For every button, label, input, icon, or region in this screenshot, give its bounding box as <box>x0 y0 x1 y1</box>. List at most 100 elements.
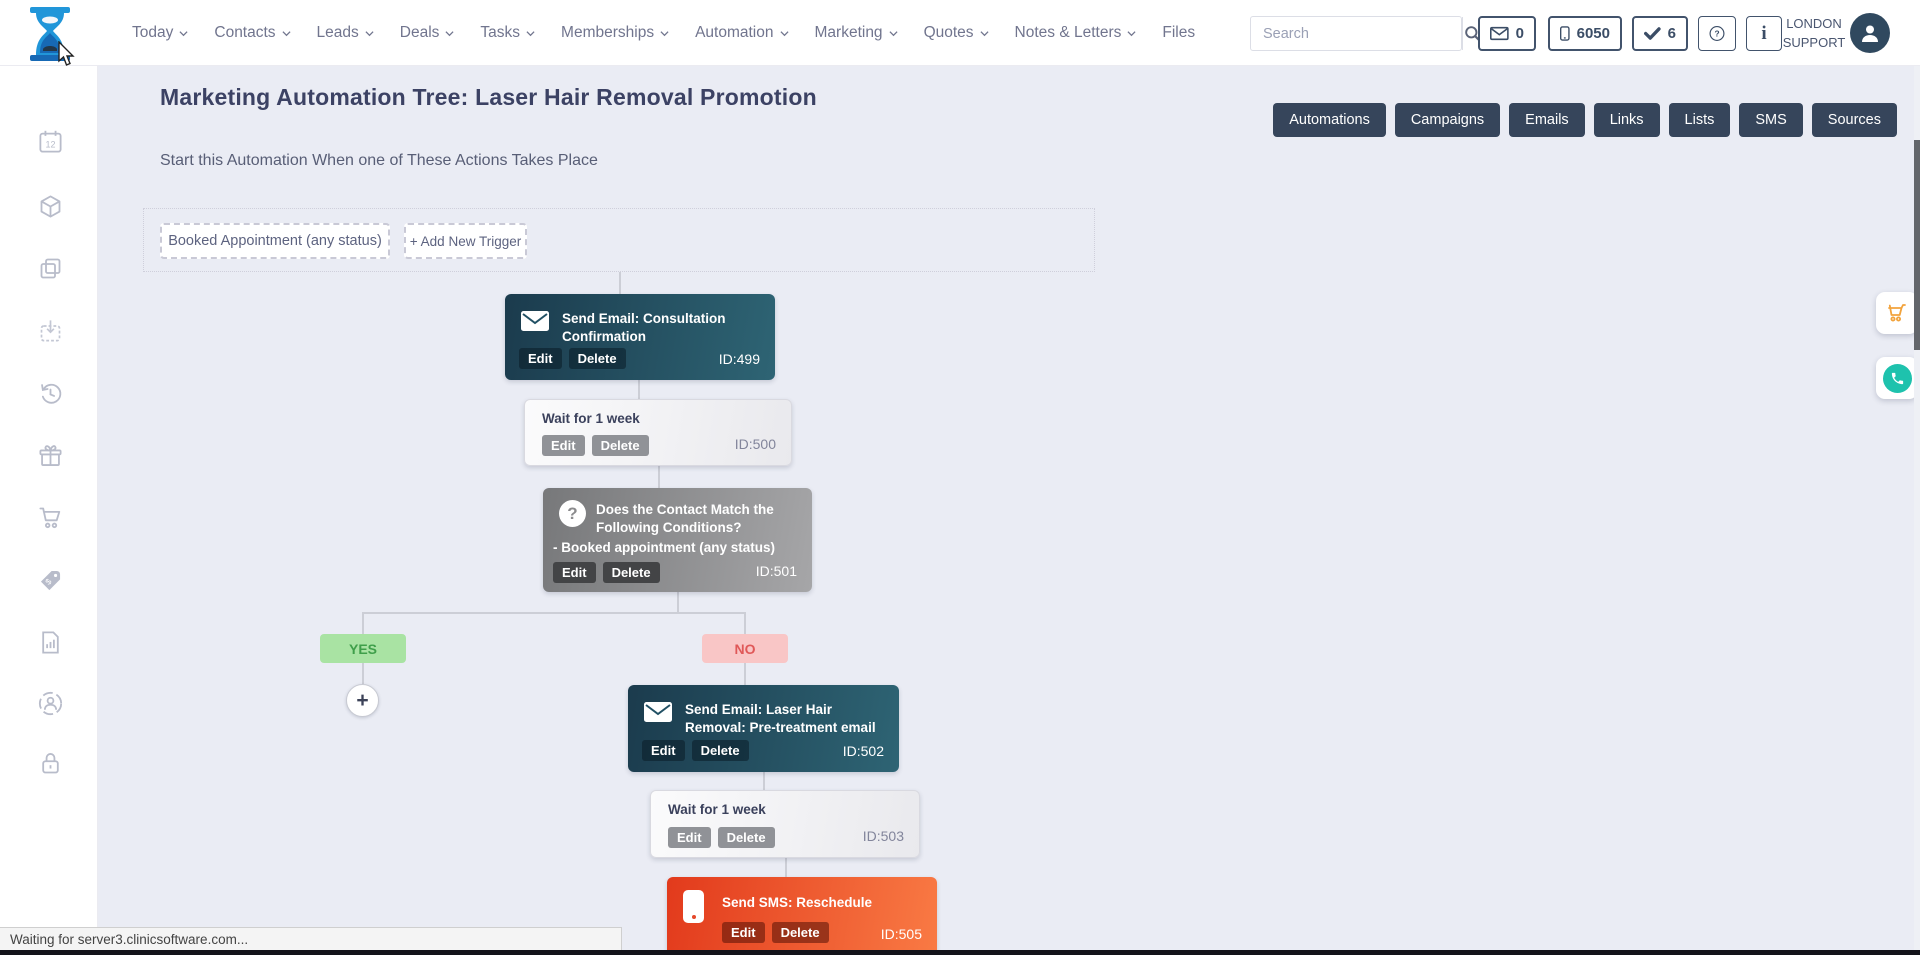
automations-button[interactable]: Automations <box>1273 103 1386 137</box>
sidebar-item-account[interactable] <box>37 690 64 717</box>
calendar-icon: 12 <box>37 128 64 155</box>
edit-button[interactable]: Edit <box>722 922 765 943</box>
main-menu: Today Contacts Leads Deals Tasks Members… <box>132 0 1195 66</box>
question-circle-icon: ? <box>559 500 586 527</box>
delete-button[interactable]: Delete <box>603 562 660 583</box>
sidebar-item-copy[interactable] <box>37 255 64 282</box>
menu-item-leads[interactable]: Leads <box>317 24 374 42</box>
question-mark-icon: ? <box>1709 23 1725 44</box>
tasks-counter[interactable]: 6 <box>1632 16 1688 51</box>
sidebar-item-products[interactable] <box>37 193 64 220</box>
email-icon <box>521 311 549 336</box>
node-actions: Edit Delete <box>553 562 660 583</box>
edit-button[interactable]: Edit <box>553 562 596 583</box>
delete-button[interactable]: Delete <box>718 827 775 848</box>
edit-button[interactable]: Edit <box>519 348 562 369</box>
floating-whatsapp-button[interactable] <box>1876 357 1918 399</box>
edit-button[interactable]: Edit <box>542 435 585 456</box>
menu-item-files[interactable]: Files <box>1162 24 1195 42</box>
delete-button[interactable]: Delete <box>569 348 626 369</box>
menu-item-deals[interactable]: Deals <box>400 24 455 42</box>
messages-counter[interactable]: 0 <box>1478 16 1536 51</box>
menu-label: Contacts <box>214 24 275 42</box>
node-actions: Edit Delete <box>642 740 749 761</box>
help-button[interactable]: ? <box>1698 16 1736 51</box>
lists-button[interactable]: Lists <box>1669 103 1731 137</box>
node-title: Wait for 1 week <box>668 801 766 819</box>
app-logo[interactable] <box>26 7 74 61</box>
links-button[interactable]: Links <box>1594 103 1660 137</box>
node-actions: Edit Delete <box>542 435 649 456</box>
browser-status-bar: Waiting for server3.clinicsoftware.com..… <box>0 927 622 950</box>
main-content: Marketing Automation Tree: Laser Hair Re… <box>98 66 1920 955</box>
shopping-bag-download-icon <box>37 317 64 344</box>
node-id: ID:500 <box>735 436 776 452</box>
menu-item-quotes[interactable]: Quotes <box>924 24 989 42</box>
menu-item-marketing[interactable]: Marketing <box>815 24 898 42</box>
menu-label: Notes & Letters <box>1015 24 1122 42</box>
history-clock-icon <box>37 380 64 407</box>
delete-button[interactable]: Delete <box>592 435 649 456</box>
node-actions: Edit Delete <box>722 922 829 943</box>
automation-node-email-502: Send Email: Laser Hair Removal: Pre-trea… <box>628 685 899 772</box>
info-button[interactable]: i <box>1746 16 1782 51</box>
connector-line <box>362 612 746 614</box>
person-icon <box>1858 21 1882 45</box>
menu-item-today[interactable]: Today <box>132 24 188 42</box>
campaigns-button[interactable]: Campaigns <box>1395 103 1500 137</box>
floating-cart-button[interactable] <box>1876 292 1918 334</box>
search-input[interactable] <box>1251 17 1462 50</box>
sidebar-item-security[interactable] <box>37 750 64 777</box>
menu-label: Automation <box>695 24 773 42</box>
delete-button[interactable]: Delete <box>772 922 829 943</box>
user-avatar[interactable] <box>1850 13 1890 53</box>
menu-item-contacts[interactable]: Contacts <box>214 24 290 42</box>
menu-label: Marketing <box>815 24 883 42</box>
node-actions: Edit Delete <box>519 348 626 369</box>
node-actions: Edit Delete <box>668 827 775 848</box>
scrollbar-thumb[interactable] <box>1914 140 1920 350</box>
menu-item-automation[interactable]: Automation <box>695 24 788 42</box>
tasks-count: 6 <box>1668 25 1676 42</box>
sidebar-item-history[interactable] <box>37 380 64 407</box>
phone-icon <box>1560 24 1570 43</box>
trigger-booked-appointment[interactable]: Booked Appointment (any status) <box>160 223 390 259</box>
bottom-edge <box>0 950 1920 955</box>
menu-label: Deals <box>400 24 440 42</box>
menu-item-memberships[interactable]: Memberships <box>561 24 669 42</box>
add-step-button[interactable]: + <box>346 684 379 717</box>
add-new-trigger-button[interactable]: + Add New Trigger <box>404 223 527 259</box>
sources-button[interactable]: Sources <box>1812 103 1897 137</box>
chevron-down-icon <box>660 29 669 38</box>
node-title: Send SMS: Reschedule <box>722 894 927 912</box>
sms-phone-icon <box>683 890 704 923</box>
info-icon: i <box>1761 23 1766 45</box>
sidebar-item-calendar[interactable]: 12 <box>37 128 64 155</box>
sidebar-item-pricing[interactable]: $ <box>37 567 64 594</box>
node-id: ID:501 <box>756 563 797 579</box>
automation-node-condition-501: ? Does the Contact Match the Following C… <box>543 488 812 592</box>
edit-button[interactable]: Edit <box>642 740 685 761</box>
hourglass-logo-icon <box>26 7 74 61</box>
connector-line <box>619 272 621 294</box>
edit-button[interactable]: Edit <box>668 827 711 848</box>
sidebar-item-cart[interactable] <box>37 504 64 531</box>
automation-node-sms-505: Send SMS: Reschedule Edit Delete ID:505 <box>667 877 937 955</box>
node-title: Does the Contact Match the Following Con… <box>596 501 801 537</box>
chevron-down-icon <box>445 29 454 38</box>
branch-no-badge: NO <box>702 634 788 663</box>
sidebar-item-gift[interactable] <box>37 442 64 469</box>
delete-button[interactable]: Delete <box>692 740 749 761</box>
sidebar-item-reports[interactable] <box>37 629 64 656</box>
menu-item-tasks[interactable]: Tasks <box>480 24 535 42</box>
sidebar-item-bag-import[interactable] <box>37 317 64 344</box>
menu-item-notes-letters[interactable]: Notes & Letters <box>1015 24 1137 42</box>
calls-counter[interactable]: 6050 <box>1548 16 1622 51</box>
connector-line <box>638 380 640 399</box>
node-condition-line: - Booked appointment (any status) <box>553 539 808 557</box>
connector-line <box>785 858 787 877</box>
lock-icon <box>37 750 64 777</box>
sms-button[interactable]: SMS <box>1739 103 1802 137</box>
page-title: Marketing Automation Tree: Laser Hair Re… <box>160 84 817 111</box>
emails-button[interactable]: Emails <box>1509 103 1585 137</box>
